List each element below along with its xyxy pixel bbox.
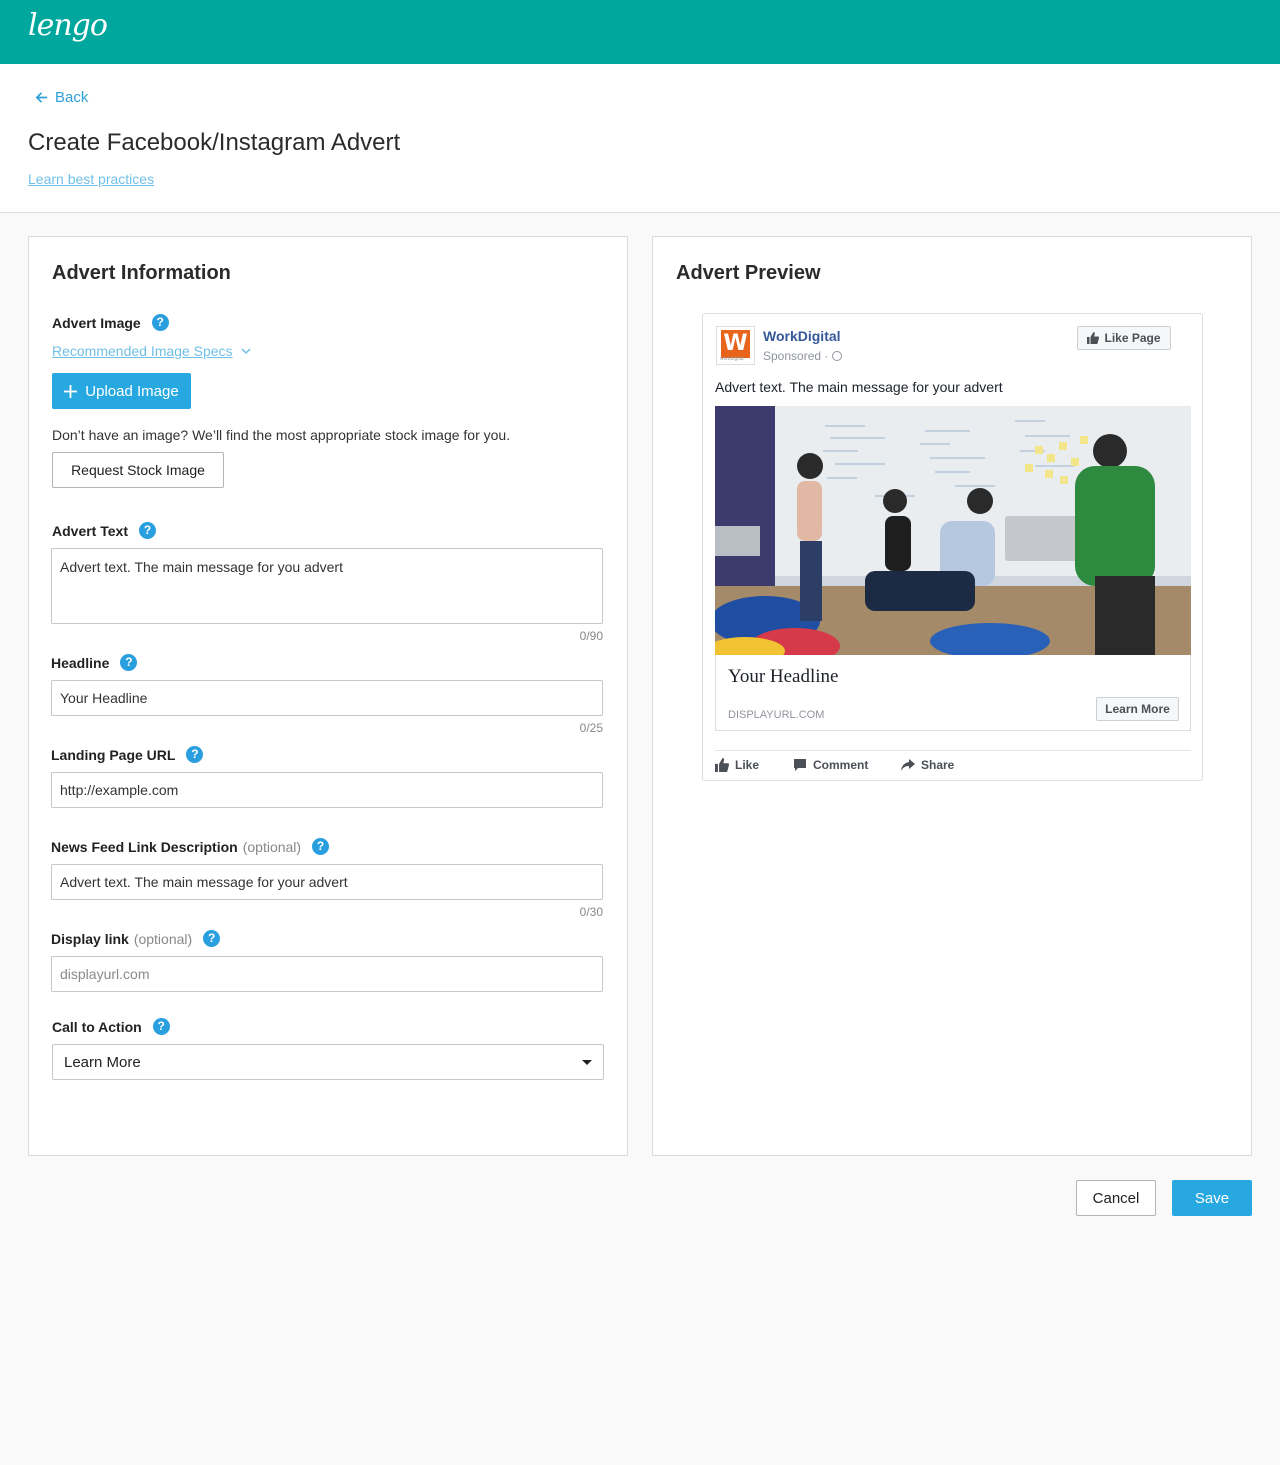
arrow-left-icon (35, 92, 48, 103)
landing-page-url-label: Landing Page URL ? (51, 746, 204, 763)
cancel-button[interactable]: Cancel (1076, 1180, 1156, 1216)
share-action: Share (901, 758, 954, 772)
specs-link-text: Recommended Image Specs (52, 343, 233, 359)
headline-label-text: Headline (51, 654, 110, 671)
news-feed-description-label: News Feed Link Description (optional) ? (51, 838, 330, 855)
help-icon[interactable]: ? (186, 746, 204, 763)
chevron-down-icon (241, 348, 251, 355)
like-page-button: Like Page (1077, 326, 1171, 350)
plus-icon (64, 384, 78, 398)
advert-text-counter: 0/90 (579, 629, 603, 643)
share-label: Share (921, 758, 955, 772)
help-icon[interactable]: ? (151, 314, 169, 331)
help-icon[interactable]: ? (152, 1018, 170, 1035)
share-icon (901, 759, 915, 771)
like-page-label: Like Page (1104, 331, 1161, 345)
advert-information-panel: Advert Information Advert Image ? Recomm… (28, 236, 628, 1156)
advert-text-label: Advert Text ? (52, 522, 156, 539)
news-feed-description-input[interactable] (51, 864, 603, 900)
headline-input[interactable] (51, 680, 603, 716)
preview-cta-button: Learn More (1096, 697, 1179, 721)
back-link[interactable]: Back (34, 89, 88, 106)
save-button[interactable]: Save (1172, 1180, 1252, 1216)
learn-best-practices-link[interactable]: Learn best practices (28, 171, 154, 187)
like-action: Like (715, 758, 759, 772)
upload-image-label: Upload Image (85, 382, 179, 400)
landing-page-url-input[interactable] (51, 772, 603, 808)
headline-counter: 0/25 (579, 721, 603, 735)
advert-image-label-text: Advert Image (52, 314, 141, 331)
page-title: Create Facebook/Instagram Advert (28, 129, 401, 156)
link-preview: Your Headline DISPLAYURL.COM Learn More (715, 655, 1191, 731)
page-logo: W workdigital (716, 326, 755, 365)
facebook-ad-preview: W workdigital WorkDigital Sponsored · Li… (702, 313, 1203, 781)
display-link-input[interactable] (51, 956, 603, 992)
caret-down-icon (582, 1059, 592, 1065)
top-bar: lengo (0, 0, 1280, 64)
optional-tag: (optional) (242, 838, 302, 855)
comment-icon (794, 759, 806, 771)
back-label: Back (55, 89, 89, 106)
logo-letter: W (721, 330, 750, 358)
advert-information-title: Advert Information (52, 262, 231, 284)
news-feed-description-counter: 0/30 (579, 905, 603, 919)
upload-image-button[interactable]: Upload Image (52, 373, 191, 409)
help-icon[interactable]: ? (120, 654, 138, 671)
call-to-action-selected: Learn More (64, 1053, 141, 1071)
office-team-photo (715, 406, 1191, 655)
landing-page-url-label-text: Landing Page URL (51, 746, 176, 763)
help-icon[interactable]: ? (312, 838, 330, 855)
thumbs-up-icon (715, 758, 729, 772)
sponsored-text: Sponsored · (763, 349, 829, 363)
thumbs-up-icon (1087, 332, 1100, 344)
advert-image-label: Advert Image ? (52, 314, 169, 331)
headline-label: Headline ? (51, 654, 138, 671)
sponsored-label: Sponsored · (763, 349, 843, 363)
news-feed-description-label-text: News Feed Link Description (51, 838, 238, 855)
preview-display-url: DISPLAYURL.COM (728, 709, 825, 721)
advert-text-input[interactable]: Advert text. The main message for you ad… (51, 548, 603, 624)
request-stock-image-button[interactable]: Request Stock Image (52, 452, 224, 488)
page-header: Back Create Facebook/Instagram Advert Le… (0, 64, 1280, 213)
preview-headline: Your Headline (728, 666, 839, 687)
help-icon[interactable]: ? (203, 930, 221, 947)
advert-image (715, 406, 1191, 655)
call-to-action-label-text: Call to Action (52, 1018, 142, 1035)
advert-preview-title: Advert Preview (676, 262, 821, 284)
stock-image-note: Don’t have an image? We’ll find the most… (52, 427, 511, 443)
globe-icon (832, 351, 843, 361)
logo-subtext: workdigital (720, 356, 744, 362)
call-to-action-label: Call to Action ? (52, 1018, 170, 1035)
like-label: Like (735, 758, 760, 772)
post-text: Advert text. The main message for your a… (715, 379, 1003, 395)
recommended-image-specs-link[interactable]: Recommended Image Specs (52, 343, 251, 359)
comment-action: Comment (793, 758, 868, 772)
help-icon[interactable]: ? (138, 522, 156, 539)
lengo-logo[interactable]: lengo (28, 8, 108, 43)
advert-text-label-text: Advert Text (52, 522, 128, 539)
comment-label: Comment (813, 758, 869, 772)
page-name: WorkDigital (763, 328, 841, 344)
display-link-label: Display link (optional) ? (51, 930, 221, 947)
advert-preview-panel: Advert Preview W workdigital WorkDigital… (652, 236, 1252, 1156)
call-to-action-select[interactable]: Learn More (52, 1044, 604, 1080)
optional-tag: (optional) (133, 930, 193, 947)
actions-divider (715, 750, 1191, 751)
display-link-label-text: Display link (51, 930, 129, 947)
